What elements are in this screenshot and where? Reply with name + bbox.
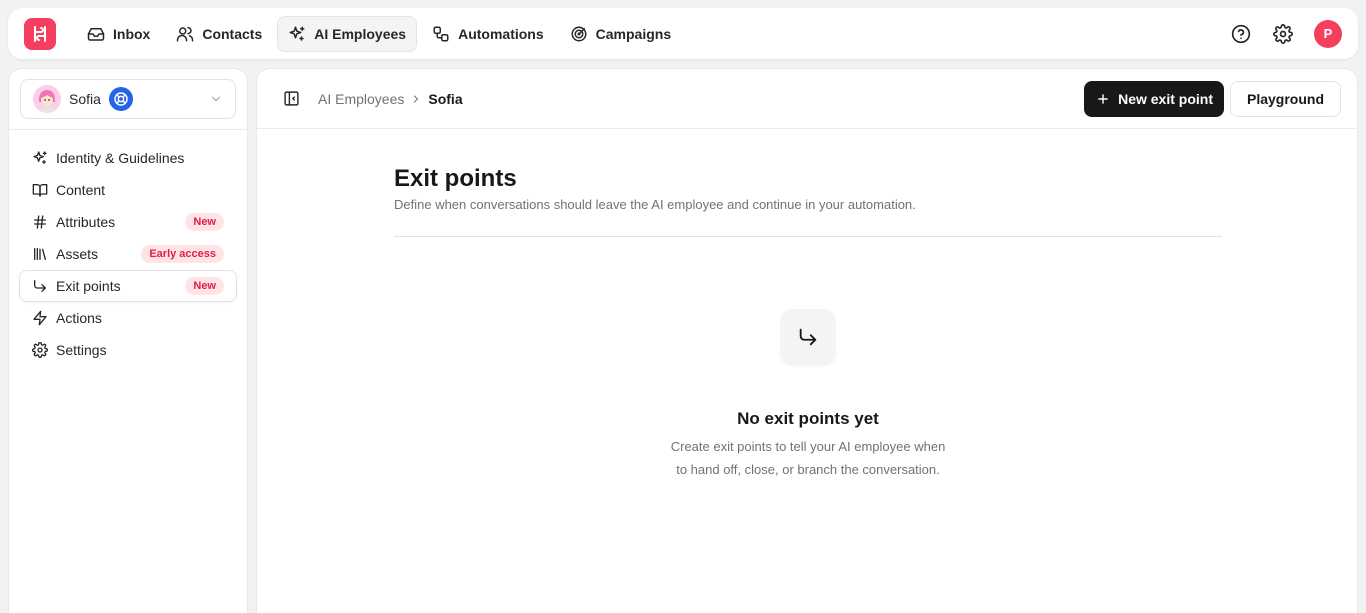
nav-contacts[interactable]: Contacts [165,16,273,52]
content-divider [394,236,1222,237]
new-exit-point-button[interactable]: New exit point [1084,80,1224,117]
user-avatar[interactable]: P [1314,19,1342,48]
empty-state: No exit points yet Create exit points to… [394,309,1222,481]
employee-status-badge [108,87,133,111]
nav-campaigns[interactable]: Campaigns [559,16,682,52]
main-panel: AI Employees Sofia New exit point Playgr… [256,68,1358,613]
sidebar-item-label: Settings [56,342,107,358]
sidebar-item-label: Actions [56,310,102,326]
sidebar-item-attributes[interactable]: Attributes New [19,206,237,238]
nav-automations[interactable]: Automations [421,16,555,52]
gear-icon [32,342,48,358]
target-icon [571,26,587,41]
plus-icon [1098,93,1108,104]
empty-state-line-1: Create exit points to tell your AI emplo… [670,439,946,454]
main-header: AI Employees Sofia New exit point Playgr… [257,69,1357,129]
sidebar-item-content[interactable]: Content [19,174,237,206]
book-icon [32,184,48,197]
exit-points-content: Exit points Define when conversations sh… [394,165,1222,477]
nav-label: Campaigns [595,25,672,42]
chevron-right-icon [414,94,419,103]
main-nav: Inbox Contacts AI Employees Automations … [76,15,682,52]
employee-sidebar: Sofia Identity & Guidelines Content Attr… [8,68,248,613]
settings-button[interactable] [1272,23,1294,45]
zap-icon [33,310,47,326]
help-button[interactable] [1230,23,1252,45]
sidebar-menu: Identity & Guidelines Content Attributes… [9,130,247,378]
library-icon [34,248,46,260]
sidebar-item-settings[interactable]: Settings [19,334,237,366]
breadcrumb-current: Sofia [428,90,463,107]
sparkles-icon [33,151,47,164]
logo-icon [34,25,46,42]
sidebar-item-identity-guidelines[interactable]: Identity & Guidelines [19,142,237,174]
breadcrumb-parent-link[interactable]: AI Employees [318,91,404,107]
corner-down-right-icon [799,328,817,346]
empty-state-description: Create exit points to tell your AI emplo… [648,435,968,481]
nav-ai-employees[interactable]: AI Employees [277,15,418,52]
page-subtitle: Define when conversations should leave t… [394,197,916,212]
early-access-badge: Early access [141,245,224,263]
sidebar-item-assets[interactable]: Assets Early access [19,238,237,270]
sidebar-item-actions[interactable]: Actions [19,302,237,334]
sidebar-item-label: Assets [56,246,99,262]
gear-icon [1273,23,1293,44]
help-circle-icon [1231,24,1251,43]
empty-state-line-2: to hand off, close, or branch the conver… [676,462,940,477]
workflow-icon [433,26,449,41]
breadcrumb: AI Employees Sofia [318,91,463,107]
header-actions: New exit point Playground [1084,80,1341,117]
top-navigation-bar: Inbox Contacts AI Employees Automations … [8,8,1358,59]
sidebar-item-label: Attributes [56,214,116,230]
sidebar-item-label: Identity & Guidelines [56,150,185,166]
employee-selector[interactable]: Sofia [20,79,236,119]
nav-label: Inbox [113,25,151,42]
sidebar-toggle-icon[interactable] [283,90,300,107]
chevron-down-icon [211,96,221,102]
app-logo[interactable] [24,17,56,50]
nav-label: Automations [458,25,544,42]
employee-avatar [33,85,61,113]
page-title: Exit points [394,165,517,192]
button-label: New exit point [1118,90,1213,107]
nav-label: Contacts [202,25,263,42]
empty-state-title: No exit points yet [737,409,879,428]
employee-avatar-illustration [33,85,61,113]
sparkles-icon [289,26,305,41]
employee-name: Sofia [69,91,101,107]
users-icon [177,26,194,41]
sidebar-item-exit-points[interactable]: Exit points New [19,270,237,302]
nav-inbox[interactable]: Inbox [76,16,161,52]
empty-state-icon-box [780,309,836,365]
playground-button[interactable]: Playground [1229,80,1341,117]
sidebar-item-label: Content [56,182,106,198]
corner-down-right-icon [34,280,46,292]
hash-icon [34,215,46,229]
nav-label: AI Employees [314,25,407,42]
new-badge: New [185,277,224,295]
top-right-actions: P [1230,19,1342,48]
sidebar-item-label: Exit points [56,278,121,294]
lifebuoy-icon [114,92,128,106]
new-badge: New [185,213,224,231]
inbox-icon [87,27,105,41]
